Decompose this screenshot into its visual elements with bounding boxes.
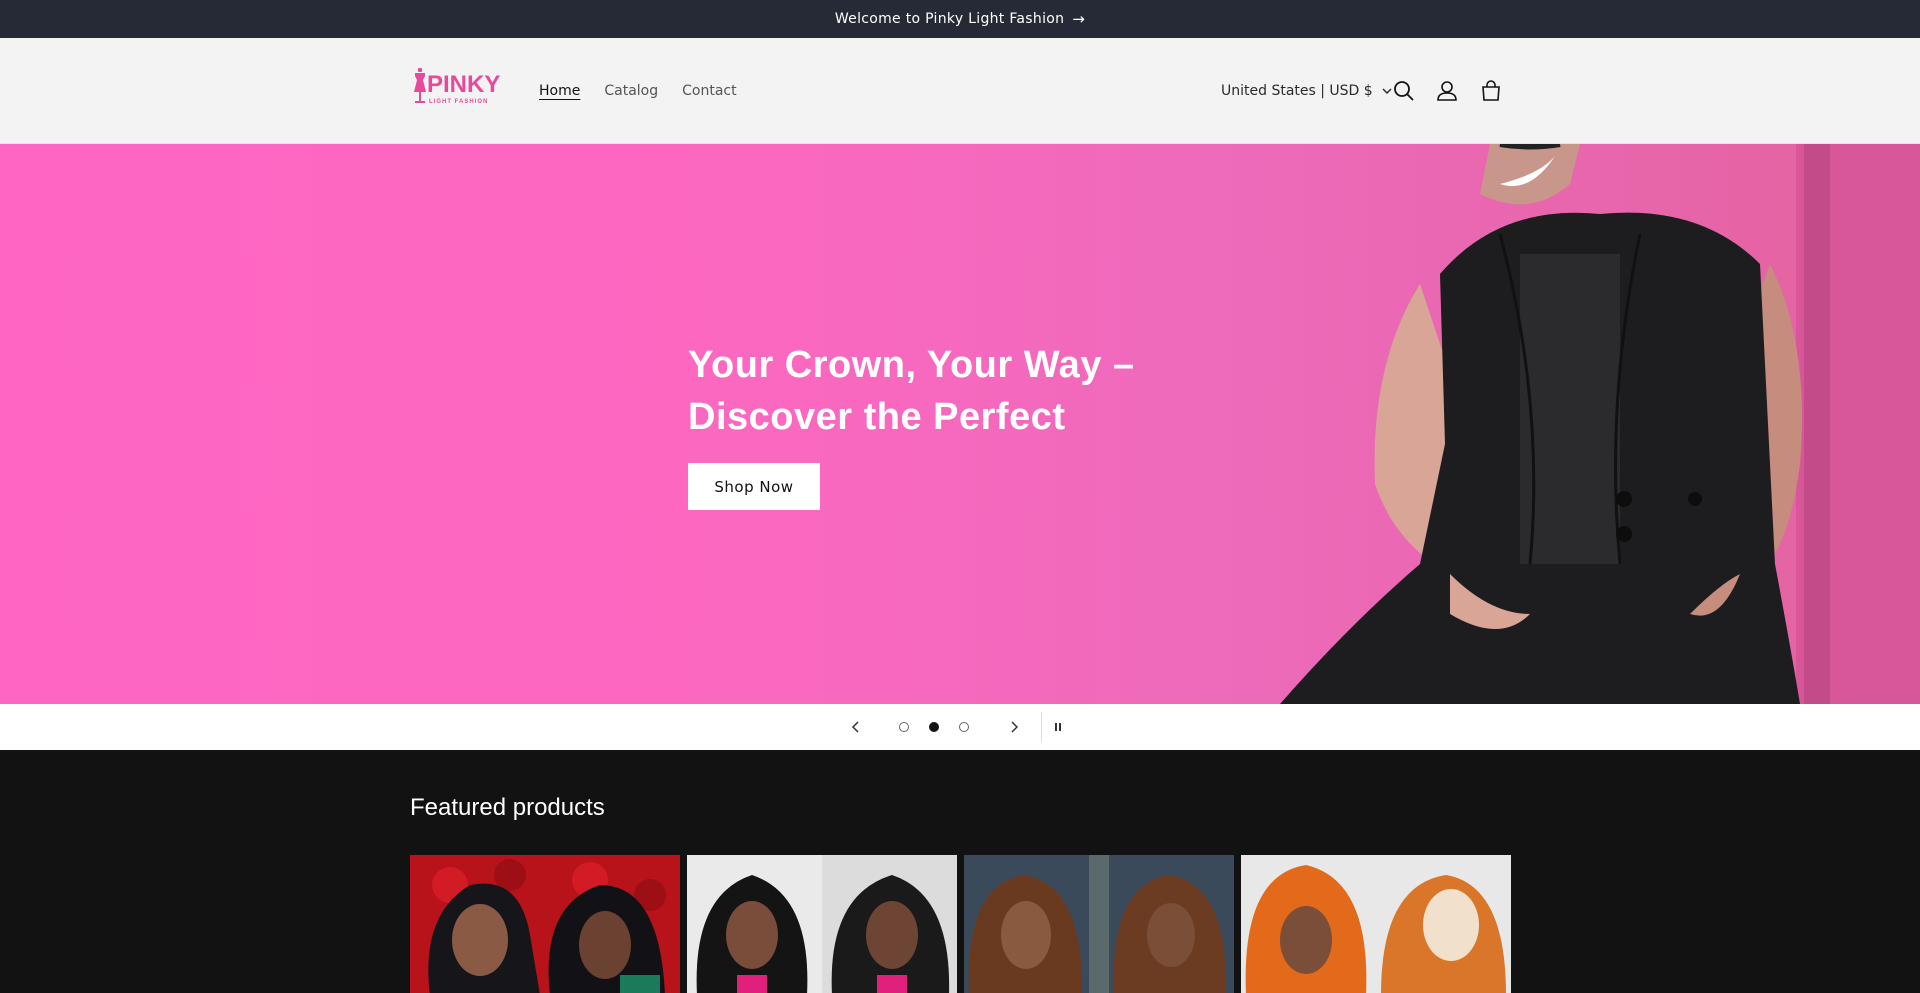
- slideshow-controls: [0, 704, 1920, 750]
- product-image: [410, 855, 680, 993]
- pause-slideshow-button[interactable]: [1048, 704, 1068, 750]
- site-logo[interactable]: PINKY LIGHT FASHION: [412, 66, 502, 110]
- logo-subtext: LIGHT FASHION: [429, 99, 488, 105]
- slide-dot-1[interactable]: [899, 722, 909, 732]
- announcement-bar[interactable]: Welcome to Pinky Light Fashion →: [0, 0, 1920, 38]
- shop-now-button[interactable]: Shop Now: [688, 463, 820, 510]
- featured-title: Featured products: [410, 794, 605, 821]
- nav-home[interactable]: Home: [539, 83, 580, 99]
- account-icon[interactable]: [1434, 78, 1460, 104]
- pause-icon: [1055, 723, 1061, 731]
- locale-label: United States | USD $: [1221, 83, 1373, 99]
- logo-text: PINKY: [427, 71, 500, 98]
- chevron-left-icon: [851, 721, 859, 733]
- nav-catalog[interactable]: Catalog: [604, 83, 658, 99]
- chevron-right-icon: [1011, 721, 1019, 733]
- hero-slideshow: Your Crown, Your Way – Discover the Perf…: [0, 144, 1920, 704]
- product-card[interactable]: [410, 855, 680, 993]
- announcement-text: Welcome to Pinky Light Fashion: [834, 11, 1065, 27]
- next-slide-button[interactable]: [1004, 704, 1024, 750]
- prev-slide-button[interactable]: [846, 704, 866, 750]
- hero-title: Your Crown, Your Way – Discover the Perf…: [688, 344, 1135, 438]
- hero-image: [1280, 144, 1920, 704]
- product-card[interactable]: [1241, 855, 1511, 993]
- slide-dot-3[interactable]: [959, 722, 969, 732]
- cart-icon[interactable]: [1478, 78, 1504, 104]
- search-icon[interactable]: [1391, 78, 1417, 104]
- product-card[interactable]: [964, 855, 1234, 993]
- main-nav: Home Catalog Contact: [539, 38, 737, 144]
- site-header: PINKY LIGHT FASHION Home Catalog Contact…: [0, 38, 1920, 144]
- product-image: [964, 855, 1234, 993]
- controls-divider: [1041, 712, 1042, 742]
- product-card[interactable]: [687, 855, 957, 993]
- slide-dot-2[interactable]: [929, 722, 939, 732]
- arrow-right-icon: →: [1072, 10, 1086, 28]
- locale-selector[interactable]: United States | USD $: [1221, 38, 1393, 144]
- featured-products-section: Featured products: [0, 750, 1920, 993]
- product-image: [687, 855, 957, 993]
- nav-contact[interactable]: Contact: [682, 83, 736, 99]
- product-image: [1241, 855, 1511, 993]
